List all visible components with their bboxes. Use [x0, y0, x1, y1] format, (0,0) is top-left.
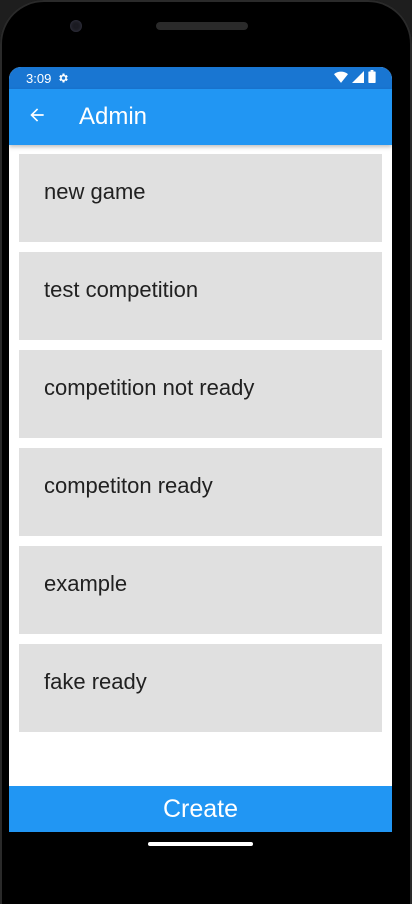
list-item[interactable]: new game	[19, 154, 382, 242]
phone-frame: 3:09 Admin new game test competition com…	[0, 0, 412, 904]
page-title: Admin	[79, 103, 148, 130]
status-icons	[334, 70, 376, 86]
earpiece-speaker	[156, 22, 248, 30]
front-camera	[70, 20, 82, 32]
list-item[interactable]: test competition	[19, 252, 382, 340]
back-button[interactable]	[9, 89, 65, 145]
signal-icon	[352, 70, 364, 86]
wifi-icon	[334, 71, 348, 86]
list-item-label: new game	[44, 179, 146, 204]
list-item[interactable]: competition not ready	[19, 350, 382, 438]
settings-icon	[57, 72, 69, 84]
list-item-label: example	[44, 571, 128, 596]
arrow-back-icon	[27, 105, 47, 130]
status-bar: 3:09	[9, 67, 392, 89]
create-button[interactable]: Create	[9, 786, 392, 832]
app-bar: Admin	[9, 89, 392, 145]
list-item-label: test competition	[44, 277, 199, 302]
list-item-label: competition not ready	[44, 375, 255, 400]
list-item[interactable]: example	[19, 546, 382, 634]
competition-list: new game test competition competition no…	[9, 145, 392, 742]
list-item[interactable]: fake ready	[19, 644, 382, 732]
app-screen: 3:09 Admin new game test competition com…	[9, 67, 392, 832]
list-item-label: competiton ready	[44, 473, 213, 498]
battery-icon	[368, 70, 376, 86]
list-item[interactable]: competiton ready	[19, 448, 382, 536]
home-indicator[interactable]	[148, 842, 253, 846]
status-time: 3:09	[26, 70, 52, 86]
list-item-label: fake ready	[44, 669, 147, 694]
